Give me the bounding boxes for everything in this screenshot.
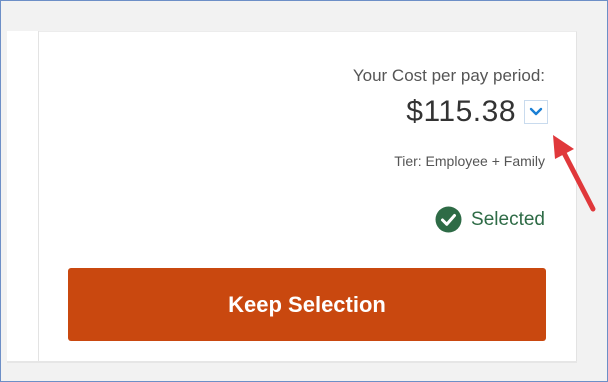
- cost-amount: $115.38: [406, 95, 516, 128]
- selected-status: Selected: [435, 206, 545, 233]
- coverage-tier-text: Tier: Employee + Family: [394, 153, 545, 169]
- selected-status-text: Selected: [471, 208, 545, 230]
- screenshot-frame: Your Cost per pay period: $115.38 Tier: …: [0, 0, 608, 382]
- left-column-edge: [7, 31, 39, 361]
- price-row: $115.38: [406, 95, 548, 129]
- plan-cost-card: Your Cost per pay period: $115.38 Tier: …: [39, 31, 577, 362]
- keep-selection-button[interactable]: Keep Selection: [68, 268, 546, 341]
- check-circle-icon: [435, 206, 462, 233]
- cost-details-dropdown-button[interactable]: [524, 100, 548, 124]
- card-bottom-edge: [7, 361, 577, 363]
- cost-per-pay-period-label: Your Cost per pay period:: [352, 66, 545, 85]
- chevron-down-icon: [529, 107, 543, 116]
